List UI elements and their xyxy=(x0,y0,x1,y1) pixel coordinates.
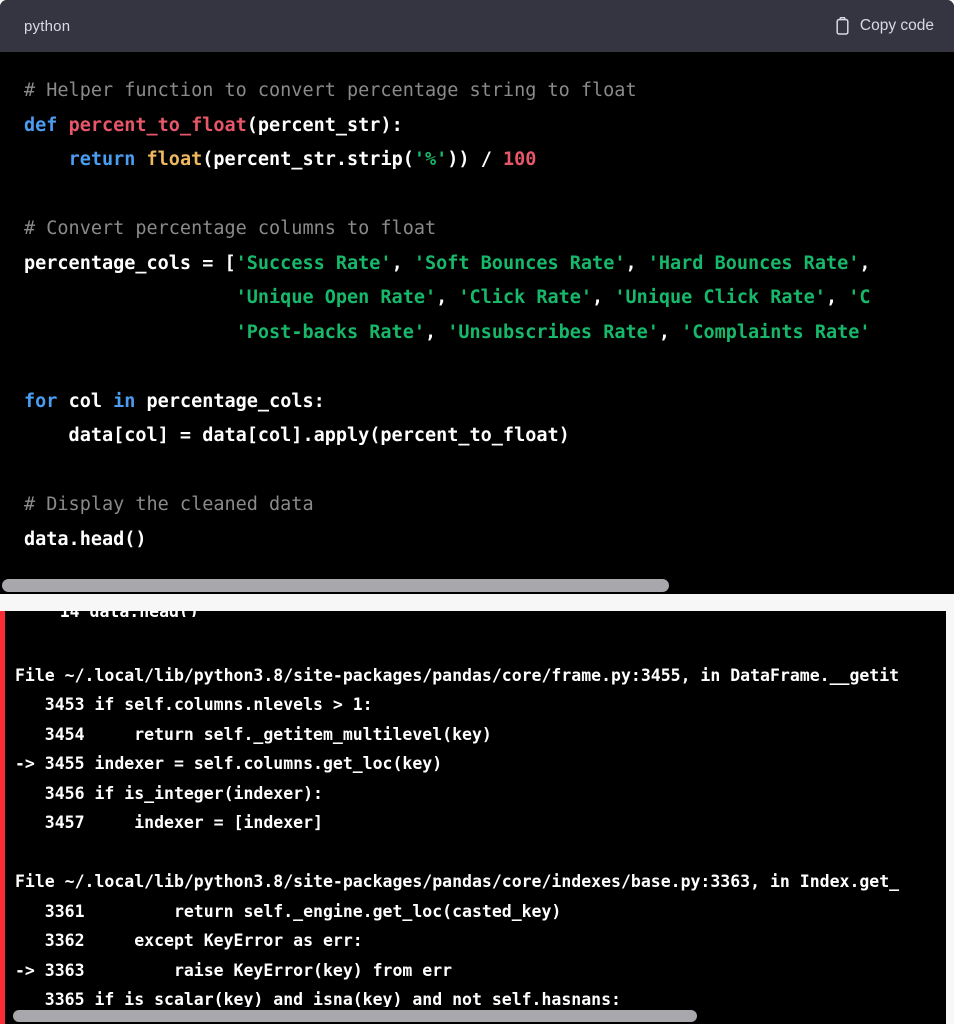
error-line: -> 3363 raise KeyError(key) from err xyxy=(15,960,453,980)
code-token: float xyxy=(146,149,203,170)
code-token: , xyxy=(436,287,459,308)
error-line: File ~/.local/lib/python3.8/site-package… xyxy=(15,665,900,685)
code-token: 'Success Rate' xyxy=(235,252,392,274)
error-clipped-line: 14 data.head() xyxy=(10,611,946,617)
code-token: , xyxy=(592,287,615,308)
code-token: (percent_str.strip( xyxy=(202,149,414,170)
code-line: # Helper function to convert percentage … xyxy=(24,80,637,101)
code-line: # Display the cleaned data xyxy=(24,494,314,515)
code-token: )) / xyxy=(447,149,503,170)
code-token: 'Post-backs Rate' xyxy=(235,321,425,343)
code-line: # Convert percentage columns to float xyxy=(24,218,436,239)
code-token: percent_to_float xyxy=(68,114,247,136)
code-block: python Copy code # Helper function to co… xyxy=(0,0,954,594)
error-scrollbar-thumb[interactable] xyxy=(13,1010,697,1022)
clipboard-icon xyxy=(834,16,851,36)
code-token: 100 xyxy=(502,149,537,170)
code-token: , xyxy=(859,252,871,274)
error-output-block: 14 data.head() File ~/.local/lib/python3… xyxy=(0,611,946,1024)
code-scrollbar-thumb[interactable] xyxy=(2,579,669,592)
error-traceback-wrap: File ~/.local/lib/python3.8/site-package… xyxy=(5,631,946,1024)
code-token: data.head() xyxy=(24,528,147,550)
code-line: def percent_to_float(percent_str): xyxy=(24,115,403,136)
code-block-header: python Copy code xyxy=(0,0,954,52)
copy-code-button[interactable]: Copy code xyxy=(834,16,934,36)
code-token: 'Unsubscribes Rate' xyxy=(447,321,659,343)
code-line: for col in percentage_cols: xyxy=(24,391,325,412)
code-token: return xyxy=(68,149,147,170)
code-token: 'Complaints Rate' xyxy=(681,321,871,343)
code-token: , xyxy=(658,321,682,343)
code-horizontal-scrollbar[interactable] xyxy=(0,576,954,594)
code-token: , xyxy=(825,287,849,308)
code-token: # Display the cleaned data xyxy=(24,494,314,515)
code-body: # Helper function to convert percentage … xyxy=(0,52,954,594)
code-token: data[col] = data[col].apply(percent_to_f… xyxy=(24,425,570,446)
code-line: return float(percent_str.strip('%')) / 1… xyxy=(24,149,537,170)
error-line: 3453 if self.columns.nlevels > 1: xyxy=(15,695,373,714)
code-token: , xyxy=(625,252,648,274)
code-token: percentage_cols = [ xyxy=(24,252,236,274)
code-line: data[col] = data[col].apply(percent_to_f… xyxy=(24,425,570,446)
code-token: 'Unique Click Rate' xyxy=(614,287,826,308)
code-line: 'Post-backs Rate', 'Unsubscribes Rate', … xyxy=(24,322,871,343)
code-token: for xyxy=(24,390,69,412)
code-content: # Helper function to convert percentage … xyxy=(0,74,954,557)
code-token: # Helper function to convert percentage … xyxy=(24,80,637,101)
error-line: 3454 return self._getitem_multilevel(key… xyxy=(15,724,492,744)
code-token: '%' xyxy=(413,149,448,170)
error-traceback: File ~/.local/lib/python3.8/site-package… xyxy=(5,631,946,1024)
code-language-label: python xyxy=(24,17,71,35)
code-line: 'Unique Open Rate', 'Click Rate', 'Uniqu… xyxy=(24,287,871,308)
code-token: 'Click Rate' xyxy=(458,287,593,308)
error-line: 3456 if is_integer(indexer): xyxy=(15,783,323,803)
code-token: col xyxy=(68,390,114,412)
error-horizontal-scrollbar[interactable] xyxy=(10,1007,946,1024)
code-token: 'Unique Open Rate' xyxy=(235,287,437,308)
error-line: 3457 indexer = [indexer] xyxy=(15,813,323,832)
error-line: 3361 return self._engine.get_loc(casted_… xyxy=(15,901,562,921)
code-token: 'Soft Bounces Rate' xyxy=(413,252,626,274)
copy-code-label: Copy code xyxy=(859,17,934,34)
code-token: percentage_cols: xyxy=(146,390,325,412)
code-token: (percent_str): xyxy=(246,114,403,136)
error-line: -> 3455 indexer = self.columns.get_loc(k… xyxy=(15,754,443,773)
code-token: # Convert percentage columns to float xyxy=(24,218,437,239)
error-clipped-line-wrap: 14 data.head() xyxy=(10,611,946,617)
error-line: 3362 except KeyError as err: xyxy=(15,931,363,950)
code-token: , xyxy=(391,252,414,274)
code-token: def xyxy=(24,114,69,136)
code-line: percentage_cols = ['Success Rate', 'Soft… xyxy=(24,253,871,274)
code-line: data.head() xyxy=(24,529,147,550)
page-root: python Copy code # Helper function to co… xyxy=(0,0,954,1024)
error-line: File ~/.local/lib/python3.8/site-package… xyxy=(15,872,900,891)
code-token: in xyxy=(113,390,147,412)
block-separator xyxy=(0,594,954,611)
code-token: 'Hard Bounces Rate' xyxy=(647,252,860,274)
code-token: 'C xyxy=(848,287,871,308)
code-token: , xyxy=(424,321,448,343)
